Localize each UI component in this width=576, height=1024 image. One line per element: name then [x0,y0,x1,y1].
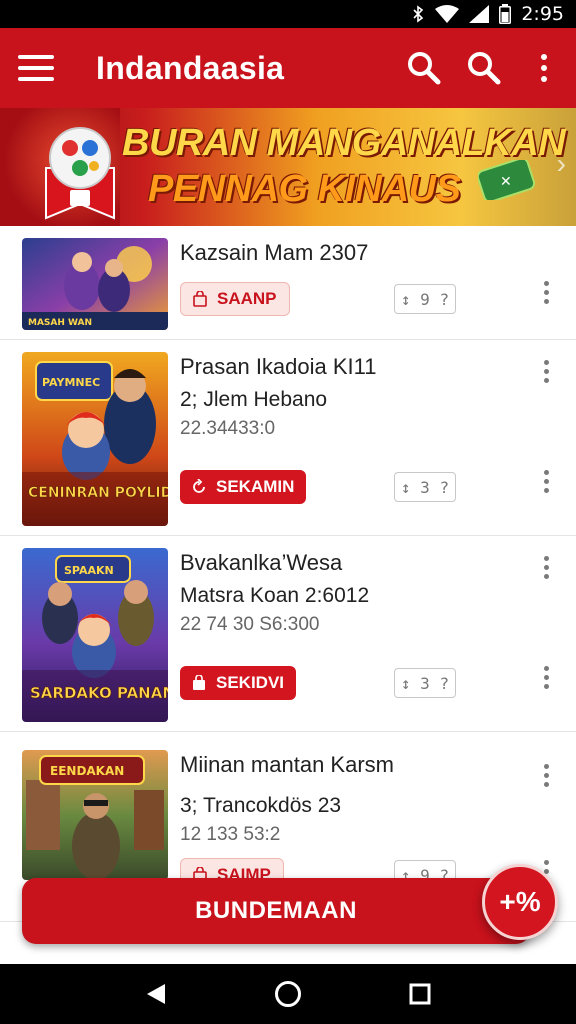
recents-icon[interactable] [400,974,440,1014]
bag-icon [191,290,209,308]
thumbnail-badge: EENDAKAN [50,764,124,778]
game-thumbnail: SPAAKN SARDAKO PANAMIN [22,548,168,722]
system-nav-bar [0,964,576,1024]
more-vert-icon[interactable] [537,666,555,689]
item-action-chip[interactable]: SEKIDVI [180,666,297,700]
game-thumbnail: PAYMNEC CENINRAN POYLIDOKAS [22,352,168,526]
chip-label: SEKIDVI [216,673,285,692]
list-item[interactable]: MASAH WAN Kazsain Mam 2307 SAANP ↕ 9 ? [0,226,576,340]
chip-label: SEKAMIN [216,477,295,496]
menu-icon[interactable] [18,55,54,81]
banner-subheadline: PENNAG KINAUS [148,168,461,210]
item-subtitle: 3; Trancokdös 23 [180,794,342,817]
primary-action-button[interactable]: BUNDEMAAN [22,878,530,944]
more-vert-icon[interactable] [514,38,574,98]
plus-percent-icon[interactable]: +% [482,864,558,940]
app-screen: 2:95 Indandaasia BURAN MANGANALKAN PENNA… [0,0,576,1024]
bag-icon [190,674,208,692]
thumbnail-caption: MASAH WAN [28,318,92,328]
back-icon[interactable] [136,974,176,1014]
item-meta: 12 133 53:2 [180,824,281,845]
app-title: Indandaasia [96,49,285,86]
item-action-chip[interactable]: SEKAMIN [180,470,307,504]
status-bar: 2:95 [0,0,576,28]
more-vert-icon[interactable] [537,764,555,787]
rating-box[interactable]: ↕ 3 ? [394,472,456,502]
list-item[interactable]: PAYMNEC CENINRAN POYLIDOKAS [0,340,576,536]
thumbnail-caption: SARDAKO PANAMIN [30,684,168,702]
game-thumbnail: MASAH WAN [22,238,168,330]
home-icon[interactable] [268,974,308,1014]
refresh-icon [190,478,208,496]
rating-box[interactable]: ↕ 3 ? [394,668,456,698]
rating-box[interactable]: ↕ 9 ? [394,284,456,314]
more-vert-icon[interactable] [537,556,555,579]
item-subtitle: 2; Jlem Hebano [180,388,328,411]
item-title: Prasan Ikadoia KI11 [180,354,377,379]
item-title: Miinan mantan Karsm [180,752,394,777]
chevron-right-icon[interactable]: › [557,148,566,180]
game-thumbnail: EENDAKAN [22,750,168,880]
signal-icon [469,5,490,23]
item-meta: 22 74 30 S6:300 [180,614,320,635]
more-vert-icon[interactable] [537,360,555,383]
thumbnail-badge: SPAAKN [64,564,114,577]
svg-text:✕: ✕ [500,174,512,190]
more-vert-icon[interactable] [537,281,555,304]
list-item[interactable]: SPAAKN SARDAKO PANAMIN Bvakanlka’Wesa Ma… [0,536,576,732]
item-title: Bvakanlka’Wesa [180,550,343,575]
banner-headline: BURAN MANGANALKAN [122,122,566,164]
item-action-chip[interactable]: SAANP [180,282,290,316]
more-vert-icon[interactable] [537,470,555,493]
wifi-icon [435,5,460,23]
status-time: 2:95 [521,3,564,25]
battery-icon [499,4,512,24]
gamepad-icon: ✕ [478,160,536,200]
thumbnail-caption: CENINRAN POYLIDOKAS [28,485,168,501]
app-bar: Indandaasia [0,28,576,108]
bluetooth-icon [411,5,425,23]
game-badge-icon [45,127,115,220]
thumbnail-badge: PAYMNEC [42,376,100,389]
search-icon[interactable] [454,38,514,98]
promo-banner[interactable]: BURAN MANGANALKAN PENNAG KINAUS ✕ › [0,108,576,226]
item-meta: 22.34433:0 [180,418,276,439]
item-subtitle: Matsra Koan 2:6012 [180,584,370,607]
chip-label: SAANP [217,289,277,308]
search-icon[interactable] [394,38,454,98]
game-list: MASAH WAN Kazsain Mam 2307 SAANP ↕ 9 ? P… [0,226,576,922]
item-title: Kazsain Mam 2307 [180,240,369,265]
